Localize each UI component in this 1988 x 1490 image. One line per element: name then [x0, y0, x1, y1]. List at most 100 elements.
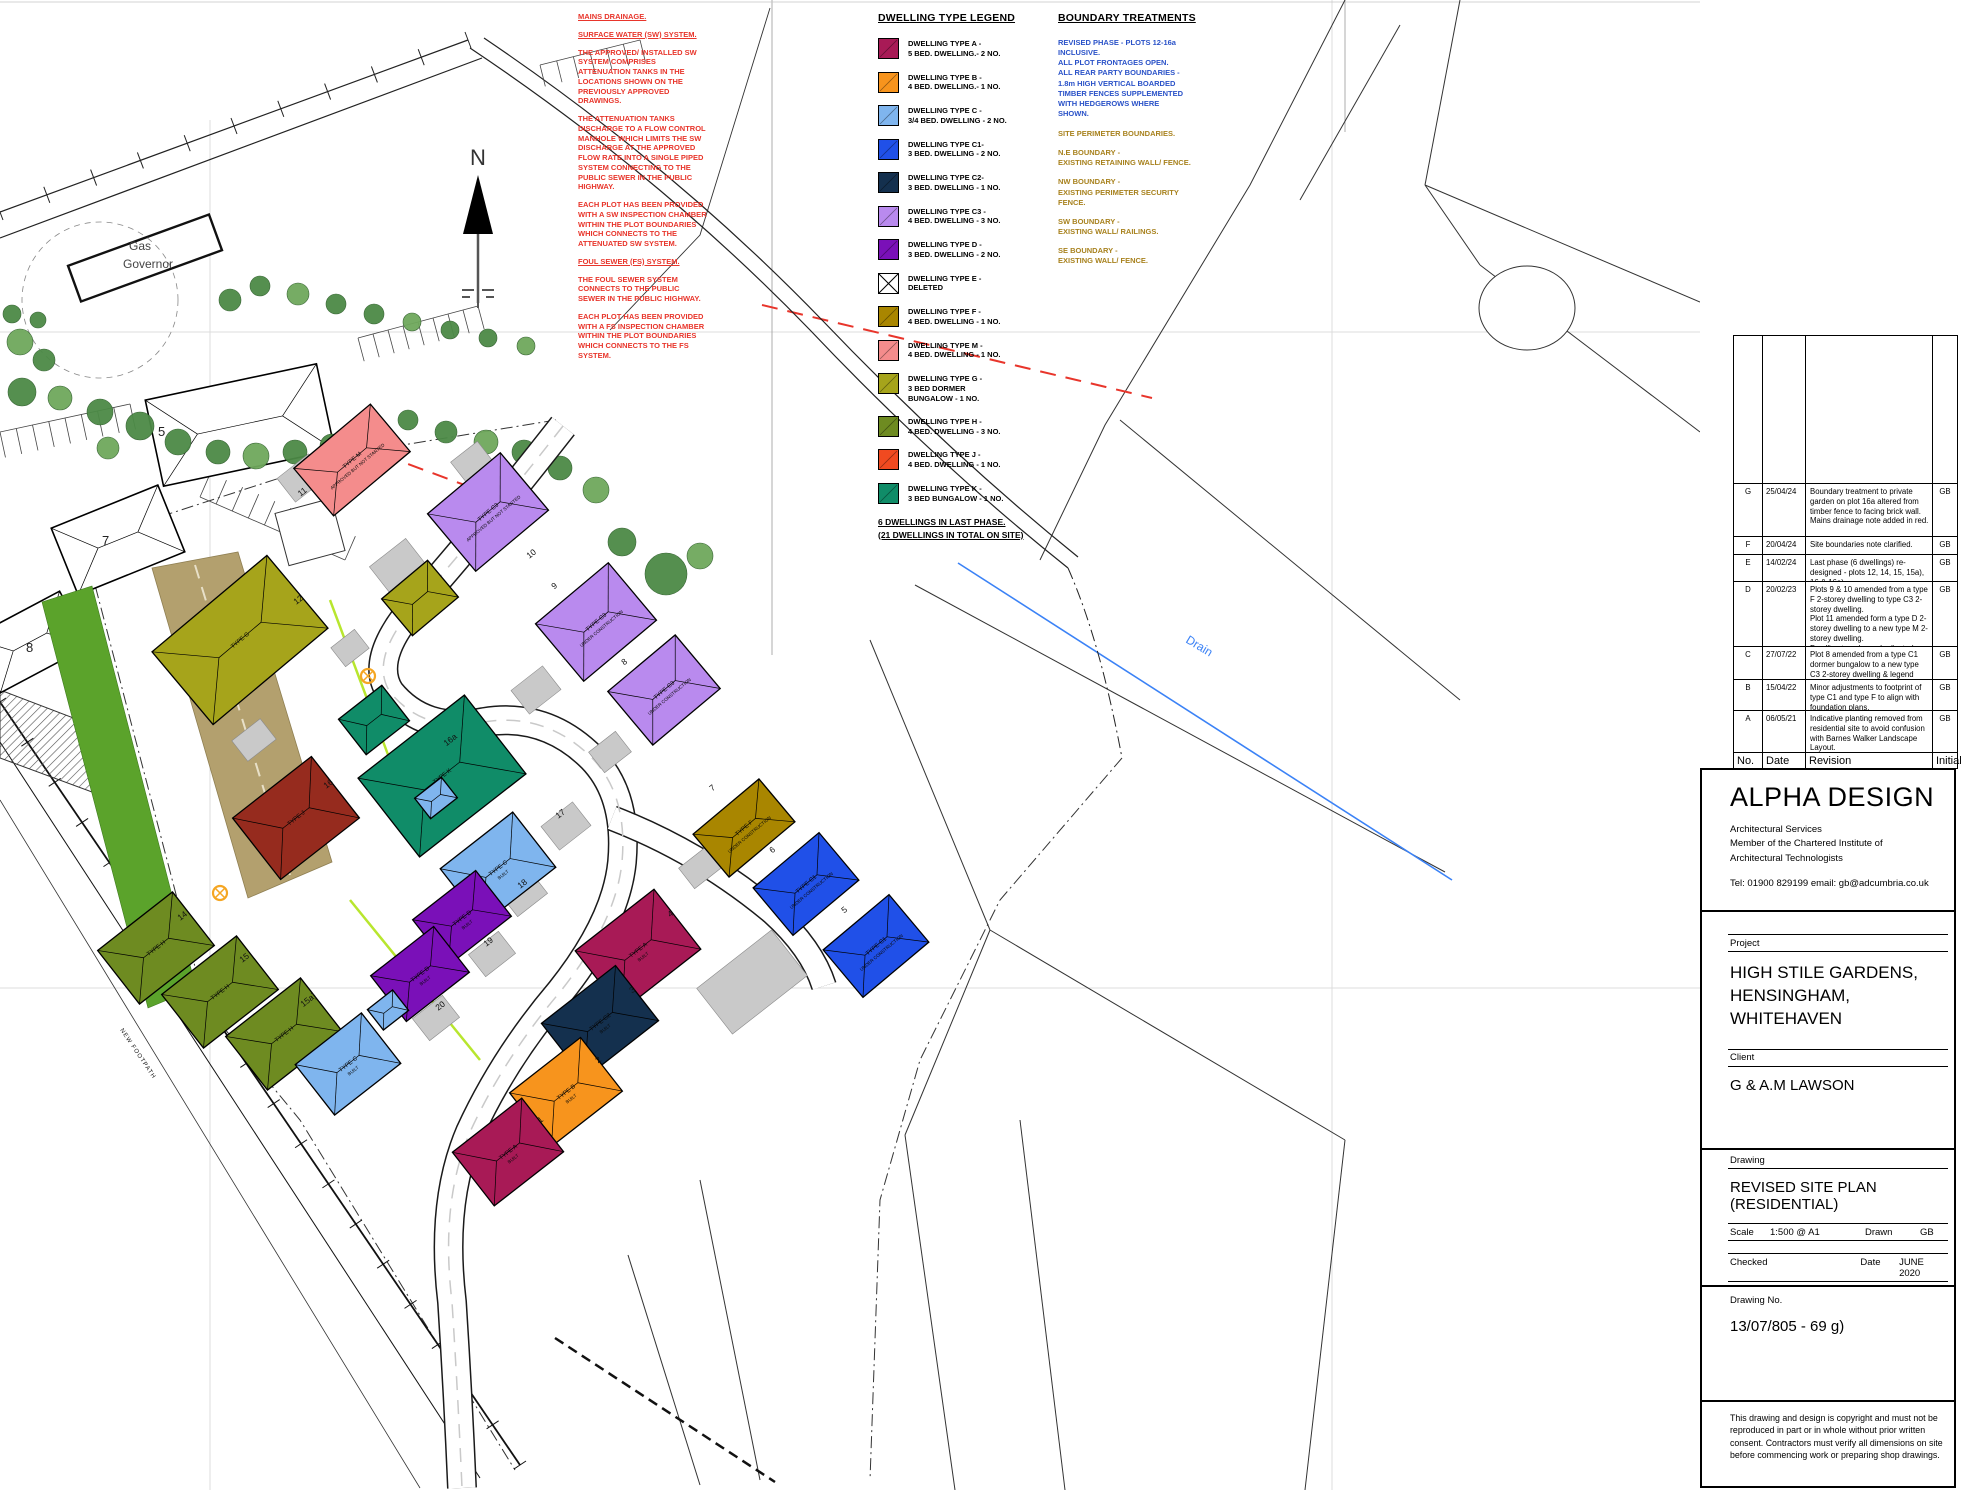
company-name: ALPHA DESIGN: [1730, 782, 1948, 813]
drainage-note-line: FOUL SEWER (FS) SYSTEM.: [578, 257, 708, 267]
revision-table: G25/04/24Boundary treatment to private g…: [1733, 335, 1958, 769]
boundary-treatments-notes: BOUNDARY TREATMENTS REVISED PHASE - PLOT…: [1058, 12, 1200, 275]
drawing-sheet: DrainTYPE GTYPE MAPPROVED BUT NOT STARTE…: [0, 0, 1988, 1490]
drawing-name: REVISED SITE PLAN (RESIDENTIAL): [1730, 1179, 1948, 1213]
col-revision: Revision: [1806, 753, 1933, 768]
copyright-text: This drawing and design is copyright and…: [1730, 1413, 1943, 1460]
dwelling-type-legend: DWELLING TYPE LEGEND DWELLING TYPE A - 5…: [878, 12, 1028, 541]
revision-row-A: A06/05/21Indicative planting removed fro…: [1734, 710, 1957, 752]
plot-number: 5: [839, 904, 849, 915]
boundary-note: SW BOUNDARY - EXISTING WALL/ RAILINGS.: [1058, 217, 1200, 237]
plot-number: 6: [767, 844, 777, 855]
legend-swatch-K: [878, 483, 899, 504]
legend-swatch-C2: [878, 172, 899, 193]
legend-item-B: DWELLING TYPE B - 4 BED. DWELLING.- 1 NO…: [878, 72, 1028, 93]
legend-label: DWELLING TYPE F - 4 BED. DWELLING - 1 NO…: [908, 306, 1001, 327]
drawing-no-value: 13/07/805 - 69 g): [1730, 1318, 1948, 1335]
company-block: ALPHA DESIGN Architectural Services Memb…: [1700, 768, 1956, 912]
legend-footer: 6 DWELLINGS IN LAST PHASE. (21 DWELLINGS…: [878, 516, 1028, 541]
drainage-note-line: MAINS DRAINAGE.: [578, 12, 708, 22]
scale-row: Scale 1:500 @ A1 Drawn GB: [1728, 1223, 1948, 1241]
company-services: Architectural Services Member of the Cha…: [1730, 823, 1948, 866]
col-date: Date: [1763, 753, 1806, 768]
north-arrow: N: [462, 145, 494, 308]
new-footpath-label: NEW FOOTPATH: [118, 1028, 156, 1081]
existing-building-label: 8: [26, 640, 33, 655]
legend-item-J: DWELLING TYPE J - 4 BED. DWELLING - 1 NO…: [878, 449, 1028, 470]
revision-row-E: E14/02/24Last phase (6 dwellings) re-des…: [1734, 554, 1957, 581]
copyright-block: This drawing and design is copyright and…: [1700, 1400, 1956, 1488]
north-label: N: [470, 145, 486, 170]
boundary-note: N.E BOUNDARY - EXISTING RETAINING WALL/ …: [1058, 148, 1200, 168]
revision-row-F: F20/04/24Site boundaries note clarified.…: [1734, 536, 1957, 554]
legend-swatch-M: [878, 340, 899, 361]
plot-number: 7: [707, 782, 717, 793]
scale-label: Scale: [1730, 1227, 1770, 1238]
legend-label: DWELLING TYPE G - 3 BED DORMER BUNGALOW …: [908, 373, 982, 403]
boundary-note: SITE PERIMETER BOUNDARIES.: [1058, 129, 1200, 139]
project-label: Project: [1728, 934, 1948, 952]
gas-governor-label: Gas: [129, 239, 151, 253]
legend-label: DWELLING TYPE C2- 3 BED. DWELLING - 1 NO…: [908, 172, 1001, 193]
legend-item-C1: DWELLING TYPE C1- 3 BED. DWELLING - 2 NO…: [878, 139, 1028, 160]
revision-table-rows: G25/04/24Boundary treatment to private g…: [1734, 483, 1957, 752]
plot-number: 9: [549, 580, 559, 591]
boundary-revised-phase: REVISED PHASE - PLOTS 12-16a INCLUSIVE. …: [1058, 38, 1200, 119]
drain-label: Drain: [1183, 633, 1215, 660]
legend-label: DWELLING TYPE C - 3/4 BED. DWELLING - 2 …: [908, 105, 1007, 126]
legend-item-H: DWELLING TYPE H - 4 BED. DWELLING - 3 NO…: [878, 416, 1028, 437]
drawing-block: Drawing REVISED SITE PLAN (RESIDENTIAL) …: [1700, 1148, 1956, 1287]
legend-label: DWELLING TYPE A - 5 BED. DWELLING.- 2 NO…: [908, 38, 1001, 59]
boundary-title: BOUNDARY TREATMENTS: [1058, 12, 1200, 24]
revision-row-B: B15/04/22Minor adjustments to footprint …: [1734, 679, 1957, 710]
drainage-note-line: THE ATTENUATION TANKS DISCHARGE TO A FLO…: [578, 114, 708, 192]
legend-label: DWELLING TYPE H - 4 BED. DWELLING - 3 NO…: [908, 416, 1001, 437]
boundary-note: NW BOUNDARY - EXISTING PERIMETER SECURIT…: [1058, 177, 1200, 207]
legend-swatch-C3: [878, 206, 899, 227]
legend-item-C3: DWELLING TYPE C3 - 4 BED. DWELLING - 3 N…: [878, 206, 1028, 227]
boundary-note: SE BOUNDARY - EXISTING WALL/ FENCE.: [1058, 246, 1200, 266]
legend-item-M: DWELLING TYPE M - 4 BED. DWELLING - 1 NO…: [878, 340, 1028, 361]
drainage-note-line: EACH PLOT HAS BEEN PROVIDED WITH A SW IN…: [578, 200, 708, 249]
checked-label: Checked: [1730, 1257, 1860, 1279]
checked-row: Checked Date JUNE 2020: [1728, 1253, 1948, 1282]
drainage-note-line: THE APPROVED/ INSTALLED SW SYSTEM COMPRI…: [578, 48, 708, 107]
legend-label: DWELLING TYPE D - 3 BED. DWELLING - 2 NO…: [908, 239, 1001, 260]
legend-title: DWELLING TYPE LEGEND: [878, 12, 1028, 24]
boundary-perimeter-notes: SITE PERIMETER BOUNDARIES. N.E BOUNDARY -…: [1058, 129, 1200, 266]
legend-swatch-G: [878, 373, 899, 394]
drawing-no-label: Drawing No.: [1730, 1295, 1948, 1306]
site-plan-drawing: DrainTYPE GTYPE MAPPROVED BUT NOT STARTE…: [0, 0, 1700, 1490]
project-client-block: Project HIGH STILE GARDENS, HENSINGHAM, …: [1700, 910, 1956, 1150]
revision-table-header: No. Date Revision Initial: [1734, 752, 1957, 768]
drainage-note-line: THE FOUL SEWER SYSTEM CONNECTS TO THE PU…: [578, 275, 708, 304]
revision-row-G: G25/04/24Boundary treatment to private g…: [1734, 483, 1957, 536]
existing-building-label: 5: [158, 424, 165, 439]
project-name: HIGH STILE GARDENS, HENSINGHAM, WHITEHAV…: [1730, 962, 1948, 1031]
col-initial: Initial: [1933, 753, 1957, 768]
company-contact: Tel: 01900 829199 email: gb@adcumbria.co…: [1730, 878, 1948, 889]
legend-item-K: DWELLING TYPE K - 3 BED BUNGALOW - 1 NO.: [878, 483, 1028, 504]
legend-swatch-B: [878, 72, 899, 93]
date-label: Date: [1860, 1257, 1899, 1279]
legend-label: DWELLING TYPE C1- 3 BED. DWELLING - 2 NO…: [908, 139, 1001, 160]
legend-item-C: DWELLING TYPE C - 3/4 BED. DWELLING - 2 …: [878, 105, 1028, 126]
legend-label: DWELLING TYPE B - 4 BED. DWELLING.- 1 NO…: [908, 72, 1001, 93]
drawing-number-block: Drawing No. 13/07/805 - 69 g): [1700, 1285, 1956, 1402]
legend-swatch-F: [878, 306, 899, 327]
legend-items: DWELLING TYPE A - 5 BED. DWELLING.- 2 NO…: [878, 38, 1028, 504]
legend-label: DWELLING TYPE K - 3 BED BUNGALOW - 1 NO.: [908, 483, 1003, 504]
plot-number: 10: [524, 547, 538, 561]
drainage-note-line: SURFACE WATER (SW) SYSTEM.: [578, 30, 708, 40]
legend-swatch-C1: [878, 139, 899, 160]
plot-number: 8: [619, 656, 629, 667]
drawn-value: GB: [1920, 1227, 1934, 1238]
mains-drainage-notes: MAINS DRAINAGE. SURFACE WATER (SW) SYSTEM…: [578, 12, 708, 369]
legend-swatch-E: [878, 273, 899, 294]
legend-swatch-C: [878, 105, 899, 126]
revision-row-D: D20/02/23Plots 9 & 10 amended from a typ…: [1734, 581, 1957, 646]
gas-governor-label: Governor: [123, 257, 173, 271]
client-label: Client: [1728, 1049, 1948, 1067]
legend-label: DWELLING TYPE M - 4 BED. DWELLING - 1 NO…: [908, 340, 1001, 361]
date-value: JUNE 2020: [1899, 1257, 1946, 1279]
